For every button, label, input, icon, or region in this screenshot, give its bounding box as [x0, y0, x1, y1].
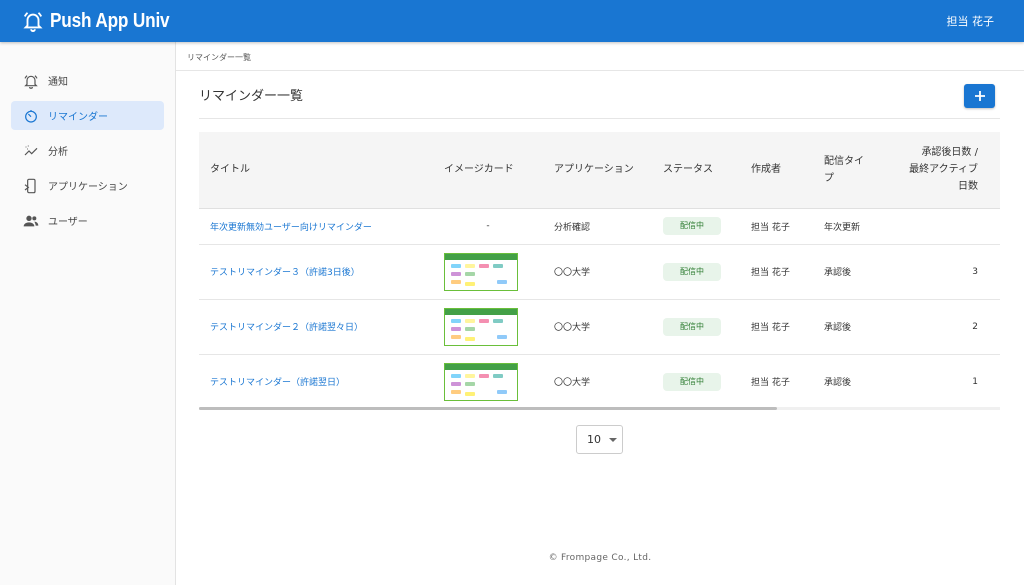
footer-copyright: © Frompage Co., Ltd.: [548, 553, 652, 563]
reminder-title-link[interactable]: 年次更新無効ユーザー向けリマインダー: [199, 208, 433, 245]
sidebar-item-label: 通知: [48, 77, 68, 88]
column-header-author[interactable]: 作成者: [740, 132, 813, 209]
add-reminder-button[interactable]: [964, 84, 995, 108]
table-row[interactable]: テストリマインダー２（許諾翌々日） 〇〇大学 配信中 担当 花子 承認後 2: [199, 299, 1000, 355]
bell-icon: [24, 74, 38, 89]
rows-per-page-select[interactable]: 10: [576, 425, 623, 454]
sidebar-item-notifications[interactable]: 通知: [11, 66, 164, 95]
status-cell: 配信中: [652, 208, 740, 245]
days-cell: 3: [891, 244, 1000, 300]
status-cell: 配信中: [652, 354, 740, 410]
analytics-icon: [24, 145, 38, 155]
sidebar-item-users[interactable]: ユーザー: [11, 206, 164, 235]
page-header: リマインダー一覧: [199, 71, 1000, 119]
days-cell: 1: [891, 354, 1000, 410]
breadcrumb: リマインダー一覧: [176, 42, 1024, 71]
column-header-title[interactable]: タイトル: [199, 132, 433, 209]
users-icon: [23, 215, 39, 226]
column-header-days[interactable]: 承認後日数 / 最終アクティブ日数: [891, 132, 1000, 209]
days-cell: 2: [891, 299, 1000, 355]
rows-per-page-value: 10: [587, 433, 601, 446]
image-card-empty: -: [433, 208, 543, 245]
column-header-type[interactable]: 配信タイプ: [813, 132, 891, 209]
table-row[interactable]: テストリマインダー３（許諾3日後） 〇〇大学 配信中 担当 花子 承認後 3: [199, 244, 1000, 300]
column-header-status[interactable]: ステータス: [652, 132, 740, 209]
type-cell: 承認後: [813, 354, 891, 410]
image-card-cell: [433, 354, 543, 410]
type-cell: 承認後: [813, 299, 891, 355]
header-text: 最終アクティブ: [909, 164, 978, 176]
status-cell: 配信中: [652, 244, 740, 300]
header-text: 配信タイ: [824, 155, 864, 167]
header-text: 承認後日数 /: [921, 147, 978, 159]
status-badge: 配信中: [663, 217, 721, 235]
reminder-title-link[interactable]: テストリマインダー（許諾翌日）: [199, 354, 433, 410]
status-cell: 配信中: [652, 299, 740, 355]
app-cell: 〇〇大学: [543, 244, 652, 300]
column-header-image[interactable]: イメージカード: [433, 132, 543, 209]
days-cell: [891, 208, 1000, 245]
status-badge: 配信中: [663, 317, 721, 336]
app-icon: [24, 178, 36, 193]
scrollbar-thumb[interactable]: [199, 407, 777, 410]
app-cell: 〇〇大学: [543, 354, 652, 410]
sidebar-item-analytics[interactable]: 分析: [11, 136, 164, 165]
page-title: リマインダー一覧: [199, 89, 304, 104]
sidebar-item-label: リマインダー: [48, 112, 108, 123]
sidebar: 通知 リマインダー 分析 アプリケーション ユーザー: [0, 42, 176, 585]
image-card-thumbnail[interactable]: [444, 252, 518, 291]
author-cell: 担当 花子: [740, 354, 813, 410]
reminder-title-link[interactable]: テストリマインダー２（許諾翌々日）: [199, 299, 433, 355]
caret-down-icon: [609, 437, 617, 442]
sidebar-item-label: アプリケーション: [48, 182, 128, 193]
plus-icon: [974, 91, 985, 101]
sidebar-item-label: 分析: [48, 147, 68, 158]
status-badge: 配信中: [663, 372, 721, 391]
reminder-table: タイトル イメージカード アプリケーション ステータス 作成者 配信タイプ 承認…: [199, 132, 1000, 410]
status-badge: 配信中: [663, 262, 721, 281]
sidebar-item-applications[interactable]: アプリケーション: [11, 171, 164, 200]
user-name[interactable]: 担当 花子: [947, 13, 995, 29]
app-name: Push App Univ: [50, 9, 170, 32]
image-card-thumbnail[interactable]: [444, 307, 518, 346]
type-cell: 年次更新: [813, 208, 891, 245]
author-cell: 担当 花子: [740, 244, 813, 300]
timer-icon: [25, 109, 37, 123]
horizontal-scrollbar[interactable]: [199, 407, 1000, 410]
sidebar-item-label: ユーザー: [48, 217, 88, 228]
app-cell: 分析確認: [543, 208, 652, 245]
header-text: 日数: [958, 181, 978, 193]
table-row[interactable]: テストリマインダー（許諾翌日） 〇〇大学 配信中 担当 花子 承認後 1: [199, 354, 1000, 410]
table-row[interactable]: 年次更新無効ユーザー向けリマインダー - 分析確認 配信中 担当 花子 年次更新: [199, 208, 1000, 245]
type-cell: 承認後: [813, 244, 891, 300]
app-bar: Push App Univ 担当 花子: [0, 0, 1024, 42]
author-cell: 担当 花子: [740, 299, 813, 355]
bell-logo-icon: [23, 12, 43, 32]
image-card-thumbnail[interactable]: [444, 362, 518, 401]
image-card-cell: [433, 244, 543, 300]
main-content: リマインダー一覧 リマインダー一覧 タイトル イメージカード アプリケーション …: [176, 42, 1024, 585]
table-header-row: タイトル イメージカード アプリケーション ステータス 作成者 配信タイプ 承認…: [199, 132, 1000, 209]
image-card-cell: [433, 299, 543, 355]
author-cell: 担当 花子: [740, 208, 813, 245]
reminder-title-link[interactable]: テストリマインダー３（許諾3日後）: [199, 244, 433, 300]
app-cell: 〇〇大学: [543, 299, 652, 355]
header-text: プ: [824, 172, 834, 184]
brand[interactable]: Push App Univ: [22, 10, 189, 33]
sidebar-item-reminders[interactable]: リマインダー: [11, 101, 164, 130]
column-header-app[interactable]: アプリケーション: [543, 132, 652, 209]
